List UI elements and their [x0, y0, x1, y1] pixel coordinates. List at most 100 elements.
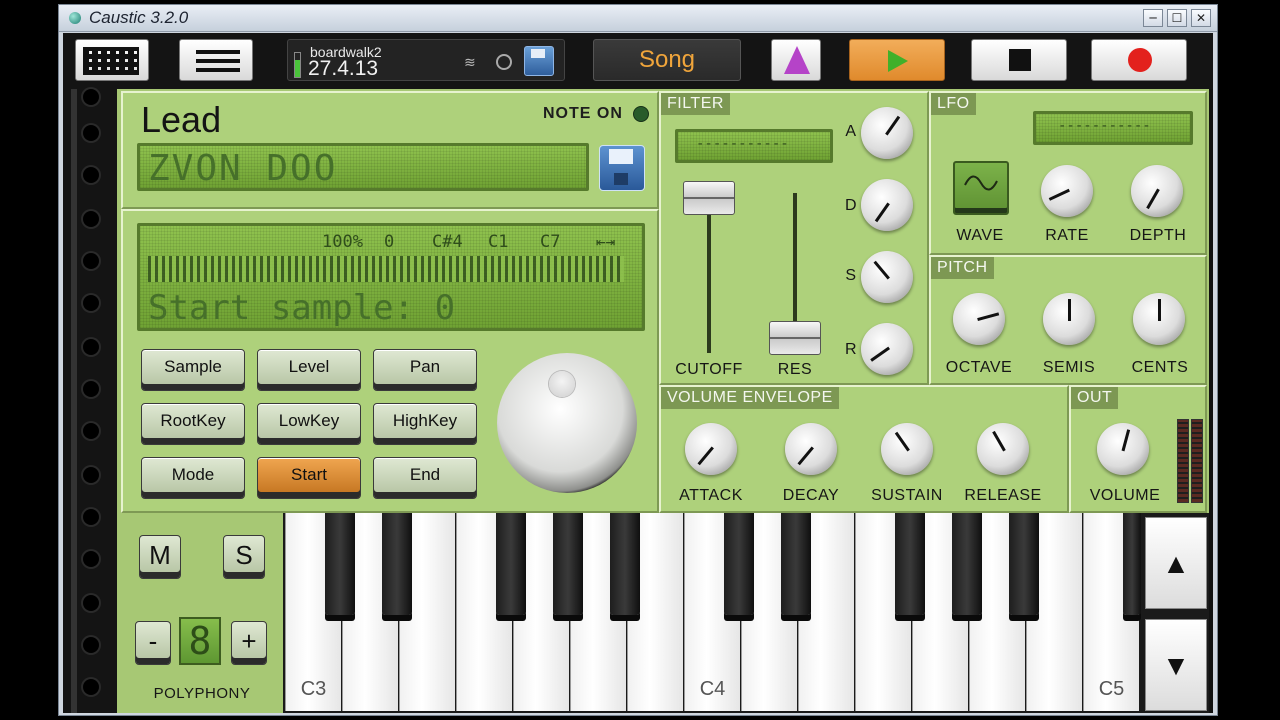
- black-key[interactable]: [1123, 513, 1141, 615]
- play-icon: [888, 50, 908, 72]
- volume-envelope-section: VOLUME ENVELOPE ATTACK DECAY SUSTAIN REL…: [659, 385, 1069, 513]
- black-key[interactable]: [382, 513, 412, 615]
- lcd-keyboard-strip: [148, 256, 624, 282]
- lcd-pan: 0: [384, 232, 395, 252]
- menu-button[interactable]: [179, 39, 253, 81]
- octave-up-button[interactable]: ▲: [1145, 517, 1207, 609]
- sustain-label: SUSTAIN: [871, 487, 943, 504]
- sample-button[interactable]: Sample: [141, 349, 245, 391]
- filter-sustain-knob[interactable]: [861, 251, 913, 303]
- lfo-lcd[interactable]: -----------: [1033, 111, 1193, 145]
- release-knob[interactable]: [977, 423, 1029, 475]
- lcd-rootkey: C#4: [432, 232, 463, 252]
- rootkey-button[interactable]: RootKey: [141, 403, 245, 445]
- wave-button[interactable]: [953, 161, 1009, 215]
- res-fader[interactable]: [769, 321, 821, 355]
- black-key[interactable]: [553, 513, 583, 615]
- cutoff-fader[interactable]: [683, 181, 735, 215]
- record-icon: [1128, 48, 1152, 72]
- hamburger-menu-icon: [196, 50, 240, 72]
- rack-grid-button[interactable]: [75, 39, 149, 81]
- cents-label: CENTS: [1131, 359, 1189, 376]
- maximize-button[interactable]: ☐: [1167, 9, 1187, 27]
- black-key[interactable]: [610, 513, 640, 615]
- decay-knob[interactable]: [785, 423, 837, 475]
- lfo-section: LFO ----------- WAVE RATE DEPTH: [929, 91, 1207, 255]
- lfo-rate-knob[interactable]: [1041, 165, 1093, 217]
- rail-screw: [83, 551, 99, 567]
- grid-icon: [83, 47, 139, 75]
- wifi-icon: ≋: [464, 54, 476, 70]
- level-button[interactable]: Level: [257, 349, 361, 391]
- start-button[interactable]: Start: [257, 457, 361, 499]
- metronome-icon: [784, 46, 810, 74]
- polyphony-minus-button[interactable]: -: [135, 621, 171, 665]
- save-song-icon[interactable]: [524, 46, 554, 76]
- decay-label: DECAY: [782, 487, 840, 504]
- release-label: RELEASE: [964, 487, 1042, 504]
- black-key[interactable]: [781, 513, 811, 615]
- sustain-knob[interactable]: [881, 423, 933, 475]
- save-preset-icon[interactable]: [599, 145, 645, 191]
- filter-attack-knob[interactable]: [861, 107, 913, 159]
- filter-release-knob[interactable]: [861, 323, 913, 375]
- app-icon: [69, 12, 81, 24]
- stop-icon: [1009, 49, 1031, 71]
- attack-knob[interactable]: [685, 423, 737, 475]
- filter-lcd-text: -----------: [696, 136, 789, 152]
- wave-label: WAVE: [956, 227, 1004, 244]
- lfo-title: LFO: [931, 93, 976, 115]
- record-button[interactable]: [1091, 39, 1187, 81]
- lfo-depth-knob[interactable]: [1131, 165, 1183, 217]
- value-dial[interactable]: [497, 353, 637, 493]
- black-key[interactable]: [724, 513, 754, 615]
- title-bar[interactable]: Caustic 3.2.0 ─ ☐ ✕: [59, 5, 1217, 32]
- cutoff-label: CUTOFF: [675, 361, 743, 378]
- black-key[interactable]: [1009, 513, 1039, 615]
- lcd-range-icon: ⇤⇥: [596, 232, 616, 251]
- cents-knob[interactable]: [1133, 293, 1185, 345]
- black-key[interactable]: [325, 513, 355, 615]
- filter-lcd[interactable]: -----------: [675, 129, 833, 163]
- filter-decay-knob[interactable]: [861, 179, 913, 231]
- sine-wave-icon: [964, 175, 998, 191]
- pan-button[interactable]: Pan: [373, 349, 477, 391]
- volume-knob[interactable]: [1097, 423, 1149, 475]
- song-info-display[interactable]: boardwalk2 27.4.13 ≋: [287, 39, 565, 81]
- black-key[interactable]: [895, 513, 925, 615]
- solo-button[interactable]: S: [223, 535, 265, 579]
- end-button[interactable]: End: [373, 457, 477, 499]
- play-button[interactable]: [849, 39, 945, 81]
- key-label-c5: C5: [1098, 678, 1125, 700]
- volume-label: VOLUME: [1089, 487, 1161, 504]
- mute-button[interactable]: M: [139, 535, 181, 579]
- decay-label: D: [844, 197, 858, 214]
- depth-label: DEPTH: [1129, 227, 1187, 244]
- polyphony-plus-button[interactable]: +: [231, 621, 267, 665]
- filter-section: FILTER ----------- CUTOFF RES A D S R: [659, 91, 929, 385]
- preset-lcd[interactable]: ZVON DOO: [137, 143, 589, 191]
- song-button[interactable]: Song: [593, 39, 741, 81]
- semis-knob[interactable]: [1043, 293, 1095, 345]
- track-controls: M S - 8 + POLYPHONY: [117, 513, 283, 713]
- octave-down-button[interactable]: ▼: [1145, 619, 1207, 711]
- release-label: R: [844, 341, 858, 358]
- mode-button[interactable]: Mode: [141, 457, 245, 499]
- lowkey-button[interactable]: LowKey: [257, 403, 361, 445]
- black-key[interactable]: [496, 513, 526, 615]
- rail-screw: [83, 637, 99, 653]
- highkey-button[interactable]: HighKey: [373, 403, 477, 445]
- cutoff-track: [707, 193, 711, 353]
- minimize-button[interactable]: ─: [1143, 9, 1163, 27]
- black-key[interactable]: [952, 513, 982, 615]
- sample-lcd[interactable]: 100% 0 C#4 C1 C7 ⇤⇥ Start sample: 0: [137, 223, 645, 331]
- metronome-button[interactable]: [771, 39, 821, 81]
- stop-button[interactable]: [971, 39, 1067, 81]
- close-button[interactable]: ✕: [1191, 9, 1211, 27]
- semis-label: SEMIS: [1042, 359, 1096, 376]
- level-meter-right: [1191, 419, 1203, 503]
- top-toolbar: boardwalk2 27.4.13 ≋ Song: [63, 33, 1213, 89]
- synth-panel: Lead NOTE ON ZVON DOO 100% 0 C#4 C1 C7 ⇤…: [117, 89, 1209, 713]
- rail-screw: [83, 595, 99, 611]
- octave-knob[interactable]: [953, 293, 1005, 345]
